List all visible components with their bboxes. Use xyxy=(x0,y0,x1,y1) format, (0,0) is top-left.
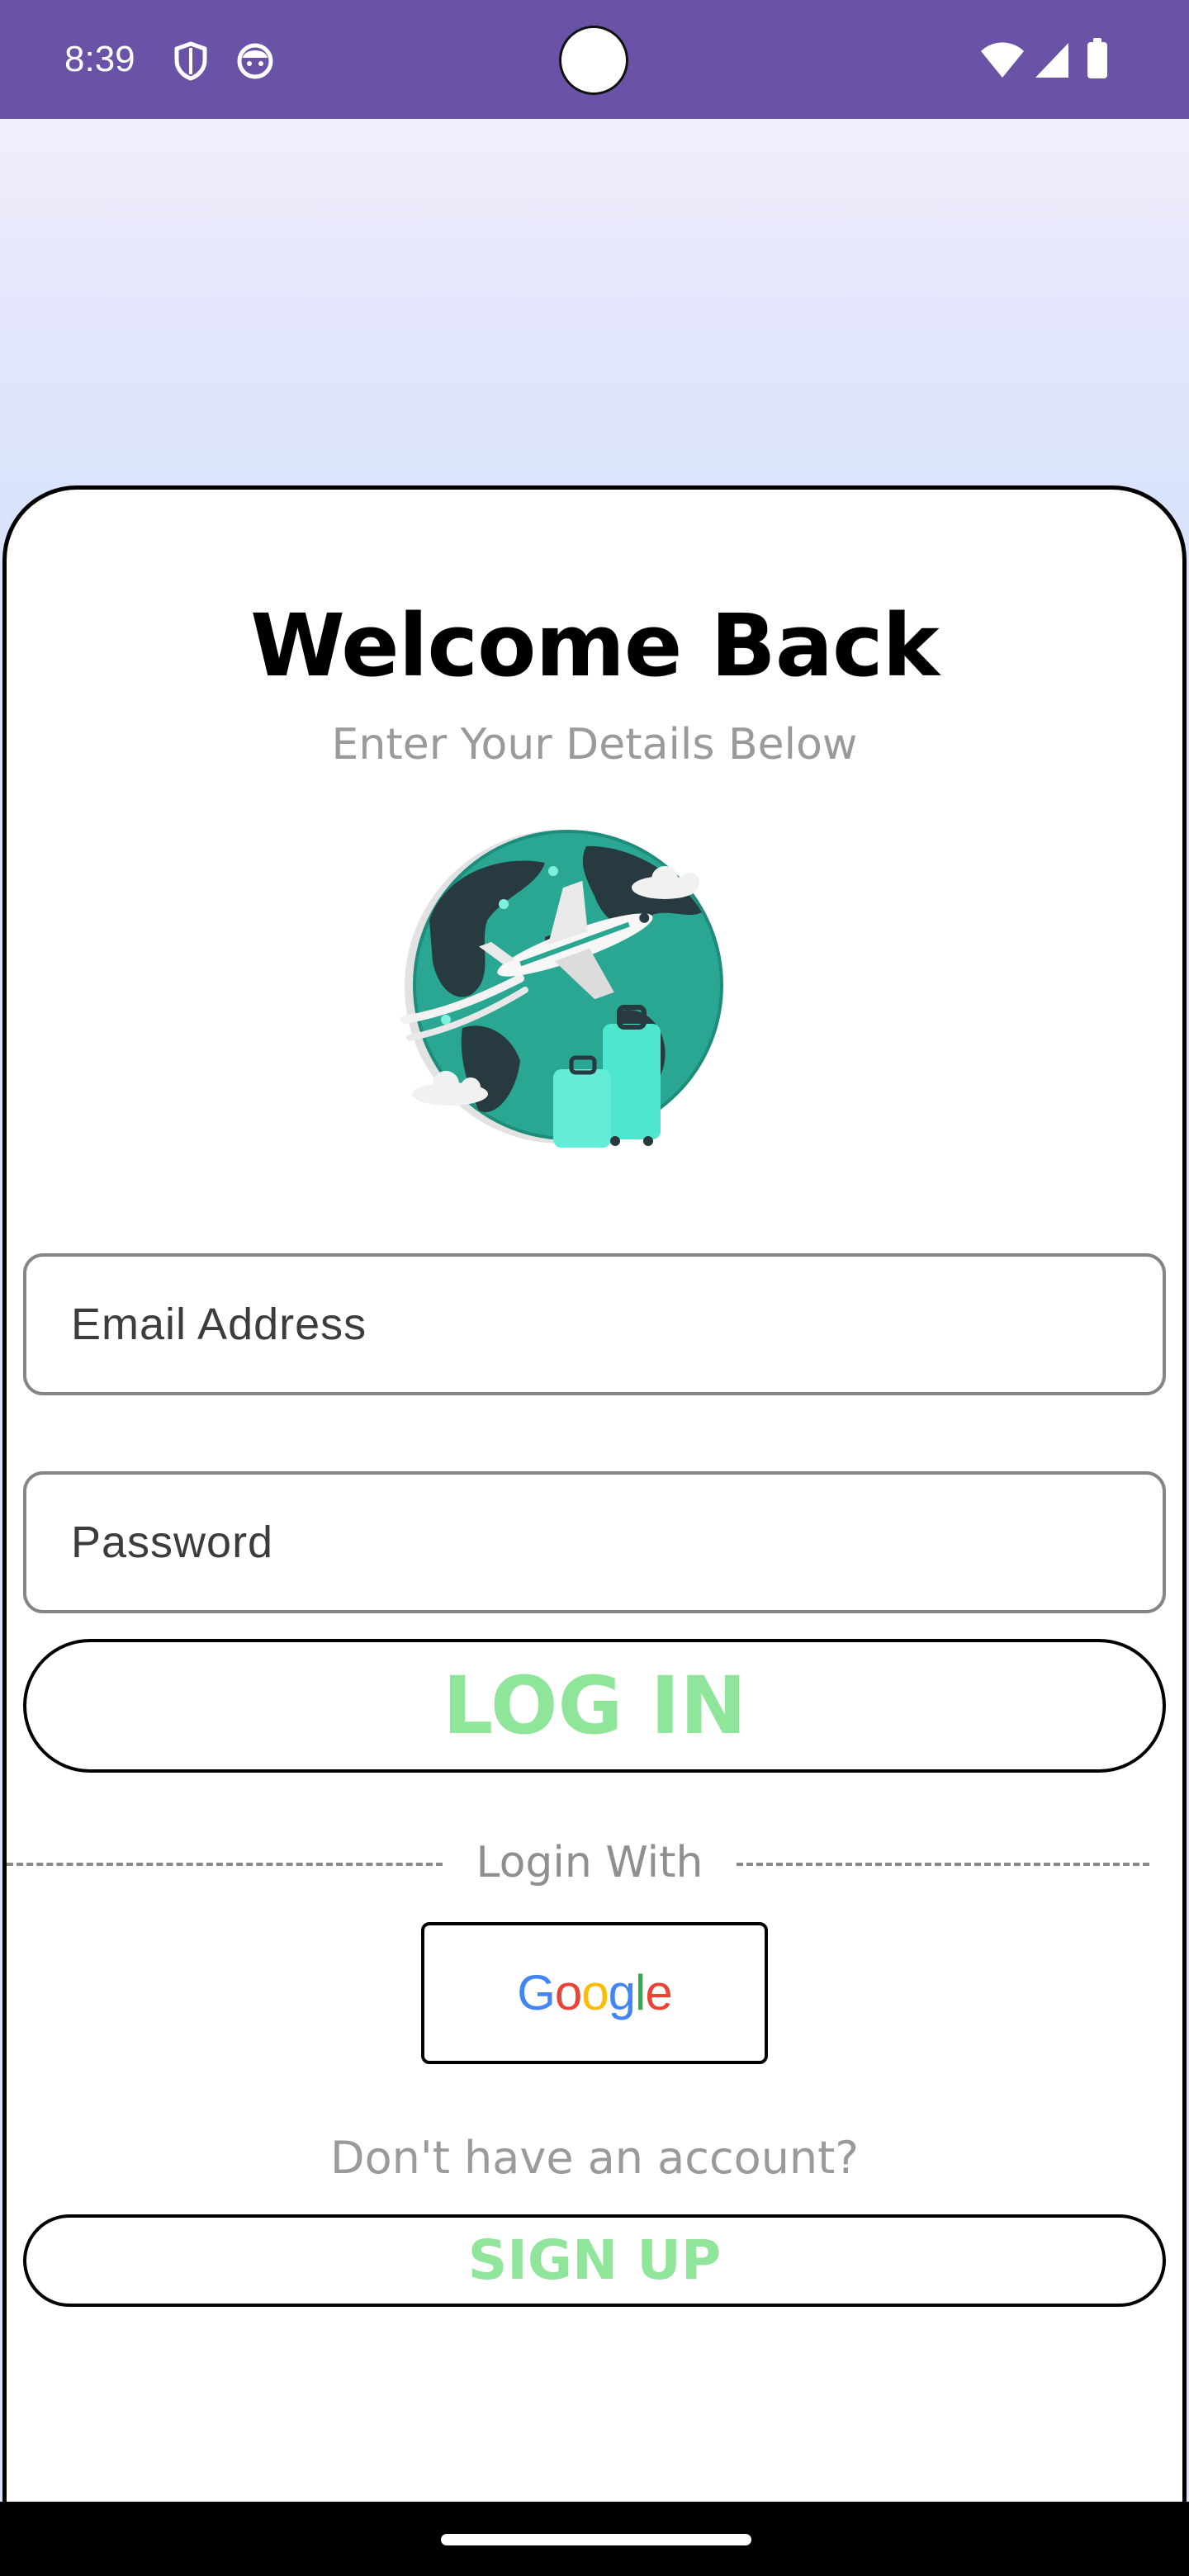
google-letter: l xyxy=(635,1965,646,2020)
shield-icon xyxy=(174,41,207,81)
google-logo: Google xyxy=(517,1964,673,2022)
password-field[interactable]: Password xyxy=(23,1471,1166,1613)
login-button[interactable]: LOG IN xyxy=(23,1639,1166,1773)
home-indicator[interactable] xyxy=(441,2534,751,2545)
divider-line-left xyxy=(7,1863,443,1866)
face-icon xyxy=(237,43,273,79)
page-title: Welcome Back xyxy=(250,595,940,696)
cell-signal-icon xyxy=(1035,43,1068,78)
password-placeholder: Password xyxy=(71,1518,274,1567)
battery-icon xyxy=(1087,38,1107,78)
google-login-button[interactable]: Google xyxy=(421,1922,768,2064)
camera-cutout xyxy=(559,26,628,95)
no-account-prompt: Don't have an account? xyxy=(330,2132,859,2184)
google-letter: o xyxy=(554,1965,582,2020)
google-letter: o xyxy=(581,1965,609,2020)
google-letter: e xyxy=(645,1965,672,2020)
divider-line-right xyxy=(737,1863,1149,1866)
wifi-icon xyxy=(981,42,1024,78)
email-placeholder: Email Address xyxy=(71,1300,367,1349)
email-field[interactable]: Email Address xyxy=(23,1253,1166,1395)
google-letter: G xyxy=(517,1965,556,2020)
status-time: 8:39 xyxy=(64,39,135,79)
status-bar: 8:39 xyxy=(0,0,1189,119)
signup-button[interactable]: SIGN UP xyxy=(23,2214,1166,2307)
travel-globe-airplane-illustration xyxy=(400,830,723,1148)
google-letter: g xyxy=(608,1965,636,2020)
page-subtitle: Enter Your Details Below xyxy=(331,720,858,769)
login-with-label: Login With xyxy=(476,1838,703,1887)
